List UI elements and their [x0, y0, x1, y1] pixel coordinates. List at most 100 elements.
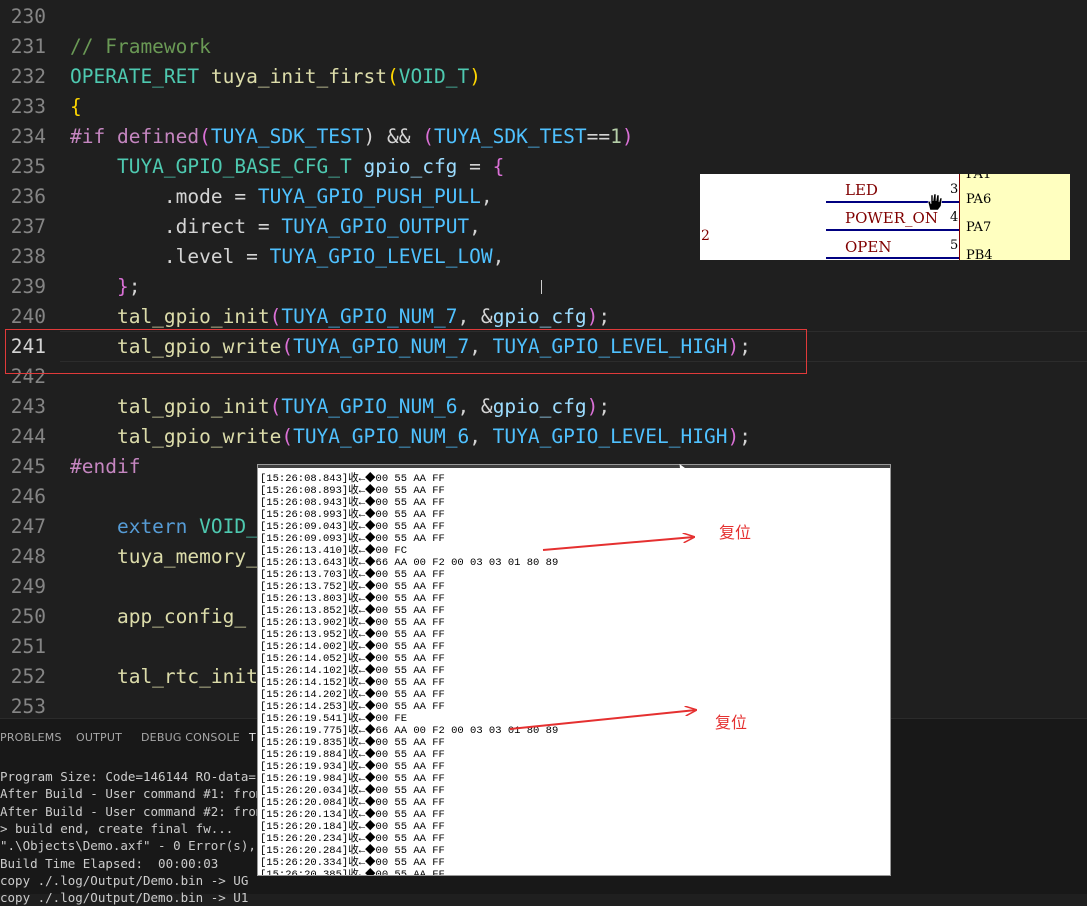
code-line[interactable]: 234 #if defined(TUYA_SDK_TEST) && (TUYA_S…	[0, 122, 1087, 152]
code-token: #if	[70, 125, 117, 148]
line-code: tal_rtc_init	[70, 662, 258, 692]
code-token: .mode =	[70, 185, 258, 208]
line-number: 234	[10, 125, 46, 148]
code-token: VOID_T	[398, 65, 470, 88]
code-token: // Framework	[70, 35, 211, 58]
line-code: };	[70, 272, 141, 302]
serial-monitor-window: [15:26:08.843]收←◆00 55 AA FF [15:26:08.89…	[257, 464, 891, 876]
code-token: TUYA_GPIO_BASE_CFG_T	[70, 155, 364, 178]
code-token: )	[469, 65, 481, 88]
schematic-snippet: 2 LED POWER_ON OPEN 3 4 5 PA1 PA6 PA7 PB…	[700, 174, 1070, 260]
line-code: .level = TUYA_GPIO_LEVEL_LOW,	[70, 242, 505, 272]
code-line[interactable]: 240 tal_gpio_init(TUYA_GPIO_NUM_7, &gpio…	[0, 302, 1087, 332]
line-number: 252	[10, 665, 46, 688]
line-number: 239	[10, 275, 46, 298]
line-code: TUYA_GPIO_BASE_CFG_T gpio_cfg = {	[70, 152, 504, 182]
pin-number-5: 5	[950, 238, 959, 253]
pin-name-pa6: PA6	[966, 192, 992, 207]
code-token: =	[457, 155, 493, 178]
code-token: ;	[739, 425, 751, 448]
line-code: tal_gpio_init(TUYA_GPIO_NUM_6, &gpio_cfg…	[70, 392, 610, 422]
terminal-line: copy ./.log/Output/Demo.bin -> UG	[0, 872, 249, 888]
code-line[interactable]: 244 tal_gpio_write(TUYA_GPIO_NUM_6, TUYA…	[0, 422, 1087, 452]
pin-name-pb4: PB4	[966, 248, 993, 260]
code-token: }	[116, 275, 129, 298]
code-token: app_config_	[70, 605, 247, 628]
code-token: 1	[610, 125, 622, 148]
code-token: )	[621, 125, 634, 148]
net-label-led: LED	[845, 181, 878, 199]
code-token: TUYA_GPIO_NUM_6	[281, 395, 458, 418]
line-code: // Framework	[70, 32, 211, 62]
code-token: (	[269, 305, 282, 328]
code-token: .level =	[70, 245, 270, 268]
code-token: (	[387, 65, 399, 88]
red-highlight-box	[5, 329, 807, 374]
code-line[interactable]: 231 // Framework	[0, 32, 1087, 62]
line-code: #if defined(TUYA_SDK_TEST) && (TUYA_SDK_…	[70, 122, 634, 152]
pin-name-pa7: PA7	[966, 220, 992, 235]
code-token: TUYA_SDK_TEST	[210, 125, 364, 148]
line-number: 249	[10, 575, 46, 598]
line-code: tal_gpio_write(TUYA_GPIO_NUM_6, TUYA_GPI…	[70, 422, 751, 452]
line-code: .direct = TUYA_GPIO_OUTPUT,	[70, 212, 481, 242]
terminal-line: copy ./.log/Output/Demo.bin -> U1	[0, 890, 249, 906]
code-token: TUYA_GPIO_NUM_7	[281, 305, 458, 328]
code-token: ,	[469, 425, 493, 448]
code-token: ,	[480, 185, 493, 208]
code-token: {	[70, 95, 82, 118]
code-token: defined	[116, 125, 200, 148]
code-token: ==	[586, 125, 611, 148]
code-token: tal_rtc_init	[70, 665, 258, 688]
line-number: 235	[10, 155, 46, 178]
annotation-arrows	[509, 465, 891, 730]
text-cursor-icon	[541, 280, 544, 294]
tab-problems[interactable]: PROBLEMS	[0, 731, 62, 744]
line-number: 250	[10, 605, 46, 628]
code-token: (	[422, 125, 434, 148]
line-number: 231	[10, 35, 46, 58]
code-token: (	[269, 395, 282, 418]
code-token: #endif	[70, 455, 141, 478]
line-code: OPERATE_RET tuya_init_first(VOID_T)	[70, 62, 481, 92]
code-line[interactable]: 233 {	[0, 92, 1087, 122]
line-code: #endif	[70, 452, 140, 482]
code-token: , &	[457, 305, 493, 328]
code-token: TUYA_SDK_TEST	[433, 125, 587, 148]
code-token: tal_gpio_init	[70, 305, 270, 328]
pin-number-3: 3	[950, 182, 959, 197]
code-line[interactable]: 243 tal_gpio_init(TUYA_GPIO_NUM_6, &gpio…	[0, 392, 1087, 422]
tab-debug-console[interactable]: DEBUG CONSOLE	[141, 731, 240, 744]
sheet-marker: 2	[701, 228, 710, 244]
code-token: (	[199, 125, 211, 148]
pin-name-top-partial: PA1	[966, 174, 992, 182]
terminal-line: Build Time Elapsed: 00:00:03	[0, 855, 219, 871]
code-token: ,	[492, 245, 505, 268]
code-line[interactable]: 230	[0, 2, 1087, 32]
code-line[interactable]: 232 OPERATE_RET tuya_init_first(VOID_T)	[0, 62, 1087, 92]
tab-terminal[interactable]: T	[249, 731, 256, 744]
code-token: tal_gpio_init	[70, 395, 270, 418]
terminal-line: After Build - User command #1: fromel	[0, 786, 279, 802]
arrow-reset-1	[542, 537, 694, 551]
code-token: )	[586, 305, 599, 328]
code-token: {	[492, 155, 505, 178]
code-token: )	[727, 425, 740, 448]
line-number: 232	[10, 65, 46, 88]
code-token: (	[281, 425, 294, 448]
code-token: )	[586, 395, 599, 418]
line-number: 237	[10, 215, 46, 238]
line-number: 233	[10, 95, 46, 118]
code-token: gpio_cfg	[492, 305, 587, 328]
tab-output[interactable]: OUTPUT	[76, 731, 122, 744]
terminal-line: > build end, create final fw...	[0, 820, 234, 836]
code-token: TUYA_GPIO_OUTPUT	[281, 215, 470, 238]
line-number: 245	[10, 455, 46, 478]
wire-power-on	[826, 229, 959, 231]
code-token: TUYA_GPIO_PUSH_PULL	[257, 185, 481, 208]
code-token: , &	[457, 395, 493, 418]
code-token: ;	[128, 275, 141, 298]
code-token: TUYA_GPIO_LEVEL_LOW	[269, 245, 493, 268]
code-token: ;	[598, 395, 611, 418]
